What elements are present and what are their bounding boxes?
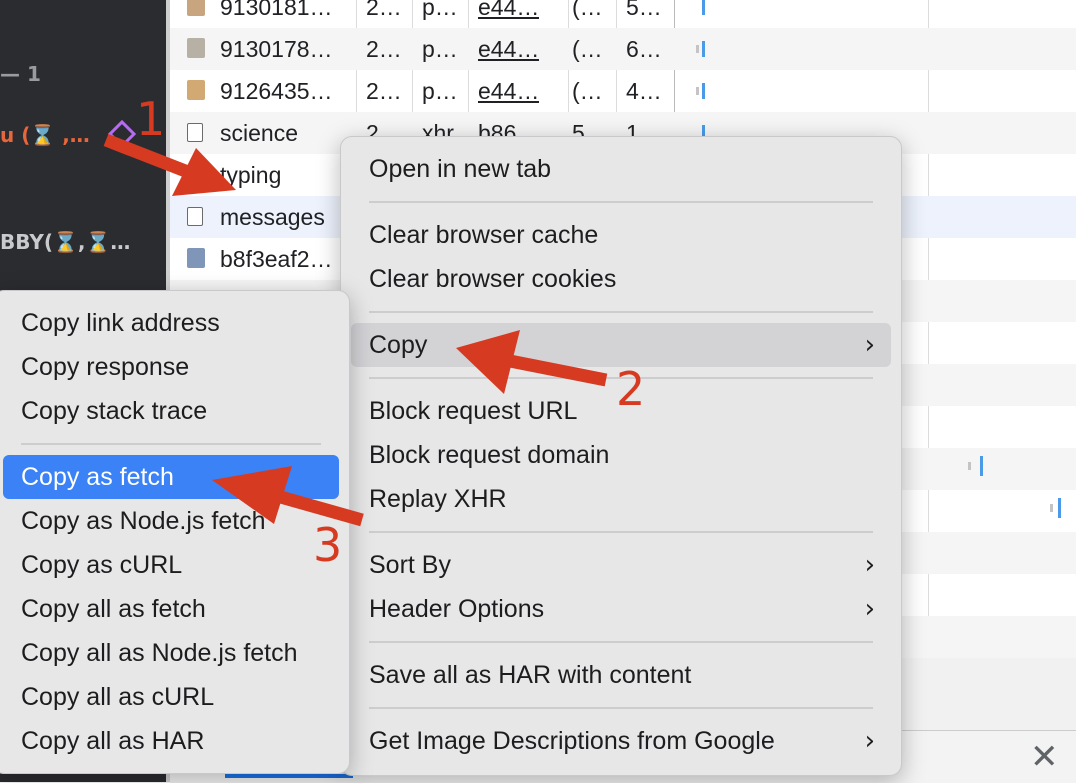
request-time: 6… <box>626 36 662 62</box>
waterfall-bar-queued <box>696 87 699 95</box>
menu-item-copy[interactable]: Copy › <box>351 323 891 367</box>
left-panel-line-1: — 1 <box>0 62 41 86</box>
request-name: messages <box>220 204 325 230</box>
menu-separator <box>369 531 873 533</box>
request-status: 2… <box>366 0 402 20</box>
request-time: 4… <box>626 78 662 104</box>
menu-item-get-image-descriptions-label: Get Image Descriptions from Google <box>369 727 775 755</box>
submenu-item-copy-all-as-curl[interactable]: Copy all as cURL <box>3 675 339 719</box>
table-row[interactable]: 9130181… 2… p… e44… (… 5… <box>170 0 1076 28</box>
submenu-item-copy-as-curl[interactable]: Copy as cURL <box>3 543 339 587</box>
chevron-right-icon: › <box>864 726 875 756</box>
waterfall-bar-queued <box>968 462 971 470</box>
submenu-item-copy-link-address[interactable]: Copy link address <box>3 301 339 345</box>
request-initiator-link[interactable]: e44… <box>478 70 539 112</box>
menu-separator <box>369 641 873 643</box>
menu-item-header-options-label: Header Options <box>369 595 545 623</box>
submenu-item-copy-all-as-nodejs-fetch[interactable]: Copy all as Node.js fetch <box>3 631 339 675</box>
menu-item-block-request-domain[interactable]: Block request domain <box>351 433 891 477</box>
request-size: (… <box>572 0 603 20</box>
waterfall-bar <box>702 0 705 15</box>
request-size: (… <box>572 78 603 104</box>
waterfall-bar <box>1058 498 1061 518</box>
table-row[interactable]: 9126435… 2… p… e44… (… 4… <box>170 70 1076 112</box>
context-menu: Open in new tab Clear browser cache Clea… <box>340 136 902 776</box>
waterfall-bar-queued <box>1050 504 1053 512</box>
menu-item-clear-browser-cache[interactable]: Clear browser cache <box>351 213 891 257</box>
menu-item-open-in-new-tab[interactable]: Open in new tab <box>351 147 891 191</box>
left-panel-line-3[interactable]: BBY(⌛,⌛… <box>0 230 130 254</box>
request-name: b8f3eaf2… <box>220 246 333 272</box>
request-initiator-link[interactable]: e44… <box>478 0 539 28</box>
waterfall-bar <box>980 456 983 476</box>
annotation-step-2: 2 <box>616 362 646 416</box>
submenu-item-copy-all-as-fetch[interactable]: Copy all as fetch <box>3 587 339 631</box>
submenu-item-copy-as-fetch[interactable]: Copy as fetch <box>3 455 339 499</box>
waterfall-bar <box>702 83 705 99</box>
menu-separator <box>369 311 873 313</box>
active-tab-indicator <box>225 774 353 778</box>
table-row[interactable]: 9130178… 2… p… e44… (… 6… <box>170 28 1076 70</box>
submenu-item-copy-as-nodejs-fetch[interactable]: Copy as Node.js fetch <box>3 499 339 543</box>
image-thumbnail-icon <box>187 80 205 100</box>
request-name: 9126435… <box>220 78 333 104</box>
request-initiator-link[interactable]: e44… <box>478 28 539 70</box>
menu-separator <box>369 707 873 709</box>
copy-submenu: Copy link address Copy response Copy sta… <box>0 290 350 774</box>
menu-item-save-all-as-har[interactable]: Save all as HAR with content <box>351 653 891 697</box>
close-icon[interactable]: ✕ <box>1030 737 1059 777</box>
request-status: 2… <box>366 36 402 62</box>
menu-item-clear-browser-cookies[interactable]: Clear browser cookies <box>351 257 891 301</box>
menu-item-copy-label: Copy <box>369 331 428 359</box>
request-size: (… <box>572 36 603 62</box>
chevron-right-icon: › <box>864 550 875 580</box>
request-type: p… <box>422 78 458 104</box>
waterfall-bar <box>702 41 705 57</box>
menu-item-replay-xhr[interactable]: Replay XHR <box>351 477 891 521</box>
submenu-item-copy-response[interactable]: Copy response <box>3 345 339 389</box>
request-type: p… <box>422 0 458 20</box>
image-thumbnail-icon <box>187 248 205 268</box>
request-name: science <box>220 120 298 146</box>
request-name: typing <box>220 162 282 188</box>
submenu-item-copy-all-as-har[interactable]: Copy all as HAR <box>3 719 339 763</box>
waterfall-bar-queued <box>696 45 699 53</box>
menu-item-header-options[interactable]: Header Options › <box>351 587 891 631</box>
left-panel-line-2[interactable]: u (⌛ ,… <box>0 123 90 147</box>
request-status: 2… <box>366 78 402 104</box>
chevron-right-icon: › <box>864 330 875 360</box>
request-name: 9130178… <box>220 36 333 62</box>
document-icon <box>187 165 203 184</box>
request-type: p… <box>422 36 458 62</box>
request-time: 5… <box>626 0 662 20</box>
menu-separator <box>21 443 321 445</box>
submenu-item-copy-stack-trace[interactable]: Copy stack trace <box>3 389 339 433</box>
request-name: 9130181… <box>220 0 333 20</box>
chevron-right-icon: › <box>864 594 875 624</box>
image-thumbnail-icon <box>187 38 205 58</box>
document-icon <box>187 123 203 142</box>
diamond-icon <box>107 119 137 149</box>
annotation-step-1: 1 <box>136 92 166 146</box>
menu-item-sort-by[interactable]: Sort By › <box>351 543 891 587</box>
image-thumbnail-icon <box>187 0 205 16</box>
annotation-step-3: 3 <box>313 518 343 572</box>
menu-item-sort-by-label: Sort By <box>369 551 451 579</box>
menu-separator <box>369 201 873 203</box>
menu-item-get-image-descriptions[interactable]: Get Image Descriptions from Google › <box>351 719 891 763</box>
document-icon <box>187 207 203 226</box>
